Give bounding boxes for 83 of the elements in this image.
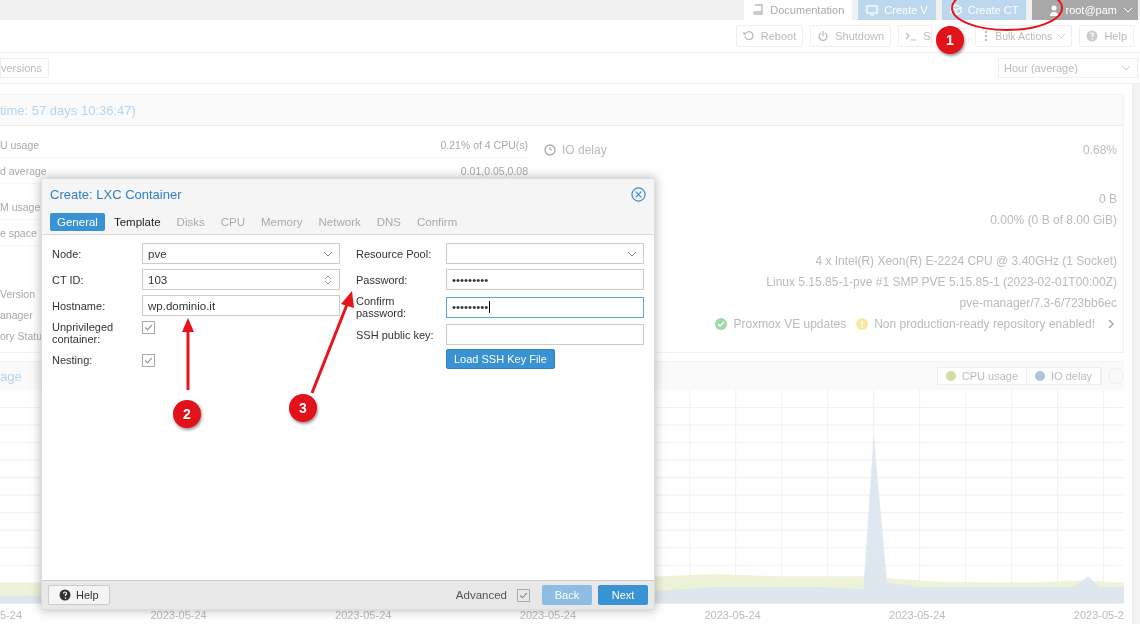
status-value: Linux 5.15.85-1-pve #1 SMP PVE 5.15.85-1 (2023-02-01T00:00Z) [766, 274, 1117, 289]
help-button[interactable]: Help [48, 585, 110, 605]
input-field[interactable]: wp.dominio.it [142, 295, 340, 316]
timeframe-select[interactable]: Hour (average) [998, 58, 1138, 78]
toolbar-button[interactable]: Shutdown [810, 25, 892, 47]
annotation-arrow [181, 318, 195, 390]
toolbar-button[interactable]: Reboot [735, 25, 804, 47]
status-value: 0 B [1099, 191, 1117, 206]
axis-label: 2023-05-2 [1073, 609, 1124, 623]
axis-label: 2023-05-24 [150, 609, 207, 623]
wizard-tab[interactable]: General [50, 213, 105, 231]
field-label: Unprivileged container: [52, 321, 115, 345]
monitor-icon [866, 4, 879, 16]
field-label: Nesting: [52, 354, 94, 366]
panel-title: time: 57 days 10:36:47) [0, 102, 136, 118]
status-value: 0.68% [1082, 142, 1117, 157]
exclamation-circle-icon [856, 317, 869, 330]
checkbox[interactable] [142, 353, 155, 367]
power-icon [817, 30, 830, 42]
input-field[interactable]: ••••••••• [446, 296, 644, 318]
status-value: 0.21% of 4 CPU(s) [440, 138, 528, 151]
status-label: M usage [0, 200, 41, 213]
status-value: 4 x Intel(R) Xeon(R) E-2224 CPU @ 3.40GHz (1 Socket) [815, 253, 1117, 268]
status-label: IO delay [562, 142, 607, 157]
clock-icon [544, 143, 556, 156]
field-label: Password: [356, 273, 409, 286]
number-badge: 1 [936, 26, 964, 54]
repository-status: Non production-ready repository enabled! [874, 316, 1095, 331]
status-value: 0.01,0.05,0.08 [460, 164, 528, 177]
axis-label: 2023-05-24 [889, 609, 946, 623]
legend-item[interactable]: CPU usage [937, 368, 1028, 384]
toolbar-button[interactable]: S [898, 25, 933, 47]
spinner-arrows-icon [322, 273, 334, 286]
status-value: 0.00% (0 B of 8.00 GiB) [990, 212, 1117, 227]
field-label: Node: [52, 247, 83, 260]
toolbar-button[interactable]: Help [1079, 25, 1134, 47]
terminal-icon [905, 30, 918, 42]
node-select[interactable]: pve [142, 243, 340, 264]
axis-label: 2023-05-24 [519, 609, 577, 623]
field-label: SSH public key: [356, 328, 435, 341]
book-icon [752, 4, 765, 16]
panel-title: age [0, 368, 22, 384]
versions-button[interactable]: versions [0, 58, 49, 78]
repository-status: Proxmox VE updates [733, 316, 847, 331]
status-label: anager [0, 308, 33, 321]
cube-icon [949, 4, 962, 16]
toolbar-button[interactable]: Bulk Actions [975, 25, 1073, 47]
field-label: Hostname: [52, 299, 107, 312]
top-bar-button[interactable]: Create V [858, 0, 936, 20]
advanced-checkbox[interactable] [517, 588, 530, 602]
status-label: U usage [0, 138, 40, 151]
field-label: CT ID: [52, 273, 85, 286]
number-field[interactable]: 103 [142, 269, 340, 290]
check-circle-icon [715, 317, 728, 330]
user-menu-button[interactable]: root@pam [1032, 0, 1138, 20]
next-button[interactable]: Next [598, 585, 648, 605]
status-label: Version [0, 287, 36, 300]
status-value: pve-manager/7.3-6/723bb6ec [959, 295, 1117, 310]
axis-label: 2023-05-24 [704, 609, 761, 623]
axis-label: 5-24 [0, 609, 23, 623]
input-field[interactable]: ••••••••• [446, 269, 644, 290]
field-label: Confirm password: [356, 295, 408, 319]
field-label: Resource Pool: [356, 247, 433, 260]
dialog-title: Create: LXC Container [50, 186, 182, 202]
status-label: e space [0, 226, 37, 239]
top-bar-button[interactable]: Documentation [744, 0, 853, 20]
axis-label: 2023-05-24 [335, 609, 392, 623]
help-icon [1086, 30, 1099, 42]
status-label: d average [0, 164, 47, 177]
pool-select[interactable] [446, 243, 644, 264]
legend-item[interactable]: IO delay [1027, 368, 1101, 384]
status-label: ory Statu [0, 329, 43, 342]
wizard-tab[interactable]: Template [106, 213, 168, 231]
load-key-button[interactable]: Load SSH Key File [446, 348, 555, 369]
checkbox[interactable] [142, 320, 155, 334]
user-icon [1048, 4, 1061, 16]
chevron-right-icon [1105, 317, 1117, 330]
help-icon [59, 589, 71, 601]
top-bar-button[interactable]: Create CT [941, 0, 1027, 20]
input-field[interactable] [446, 324, 644, 345]
rotate-icon [742, 30, 755, 42]
close-icon[interactable] [631, 186, 646, 202]
advanced-label: Advanced [455, 589, 507, 601]
